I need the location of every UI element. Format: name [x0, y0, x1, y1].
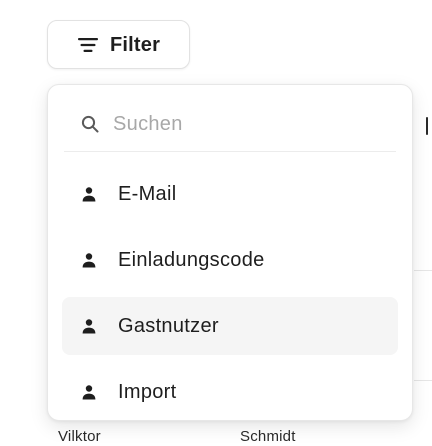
background-row-divider	[414, 380, 432, 381]
background-text-cursor	[426, 117, 428, 135]
person-icon	[82, 252, 96, 268]
filter-option-invitation-code[interactable]: Einladungscode	[62, 231, 398, 289]
search-row	[58, 95, 402, 153]
person-icon	[82, 318, 96, 334]
search-divider	[64, 151, 396, 152]
filter-option-email[interactable]: E-Mail	[62, 165, 398, 223]
background-cell-last-name: Schmidt	[240, 428, 296, 445]
filter-option-guest-user[interactable]: Gastnutzer	[62, 297, 398, 355]
background-row-divider	[414, 270, 432, 271]
filter-option-label: Import	[118, 381, 177, 403]
filter-popover: E-Mail Einladungscode Gastnutzer	[47, 84, 413, 421]
filter-option-label: Gastnutzer	[118, 315, 219, 337]
person-icon	[82, 186, 96, 202]
filter-button[interactable]: Filter	[47, 20, 190, 69]
person-icon	[82, 384, 96, 400]
background-cell-first-name: Vilktor	[58, 428, 101, 445]
search-input[interactable]	[113, 112, 373, 136]
filter-button-label: Filter	[110, 33, 161, 56]
filter-option-label: E-Mail	[118, 183, 177, 205]
filter-lines-icon	[78, 37, 98, 52]
filter-option-list: E-Mail Einladungscode Gastnutzer Import	[62, 165, 398, 429]
filter-option-import[interactable]: Import	[62, 363, 398, 421]
search-icon	[81, 115, 99, 133]
filter-option-label: Einladungscode	[118, 249, 265, 271]
